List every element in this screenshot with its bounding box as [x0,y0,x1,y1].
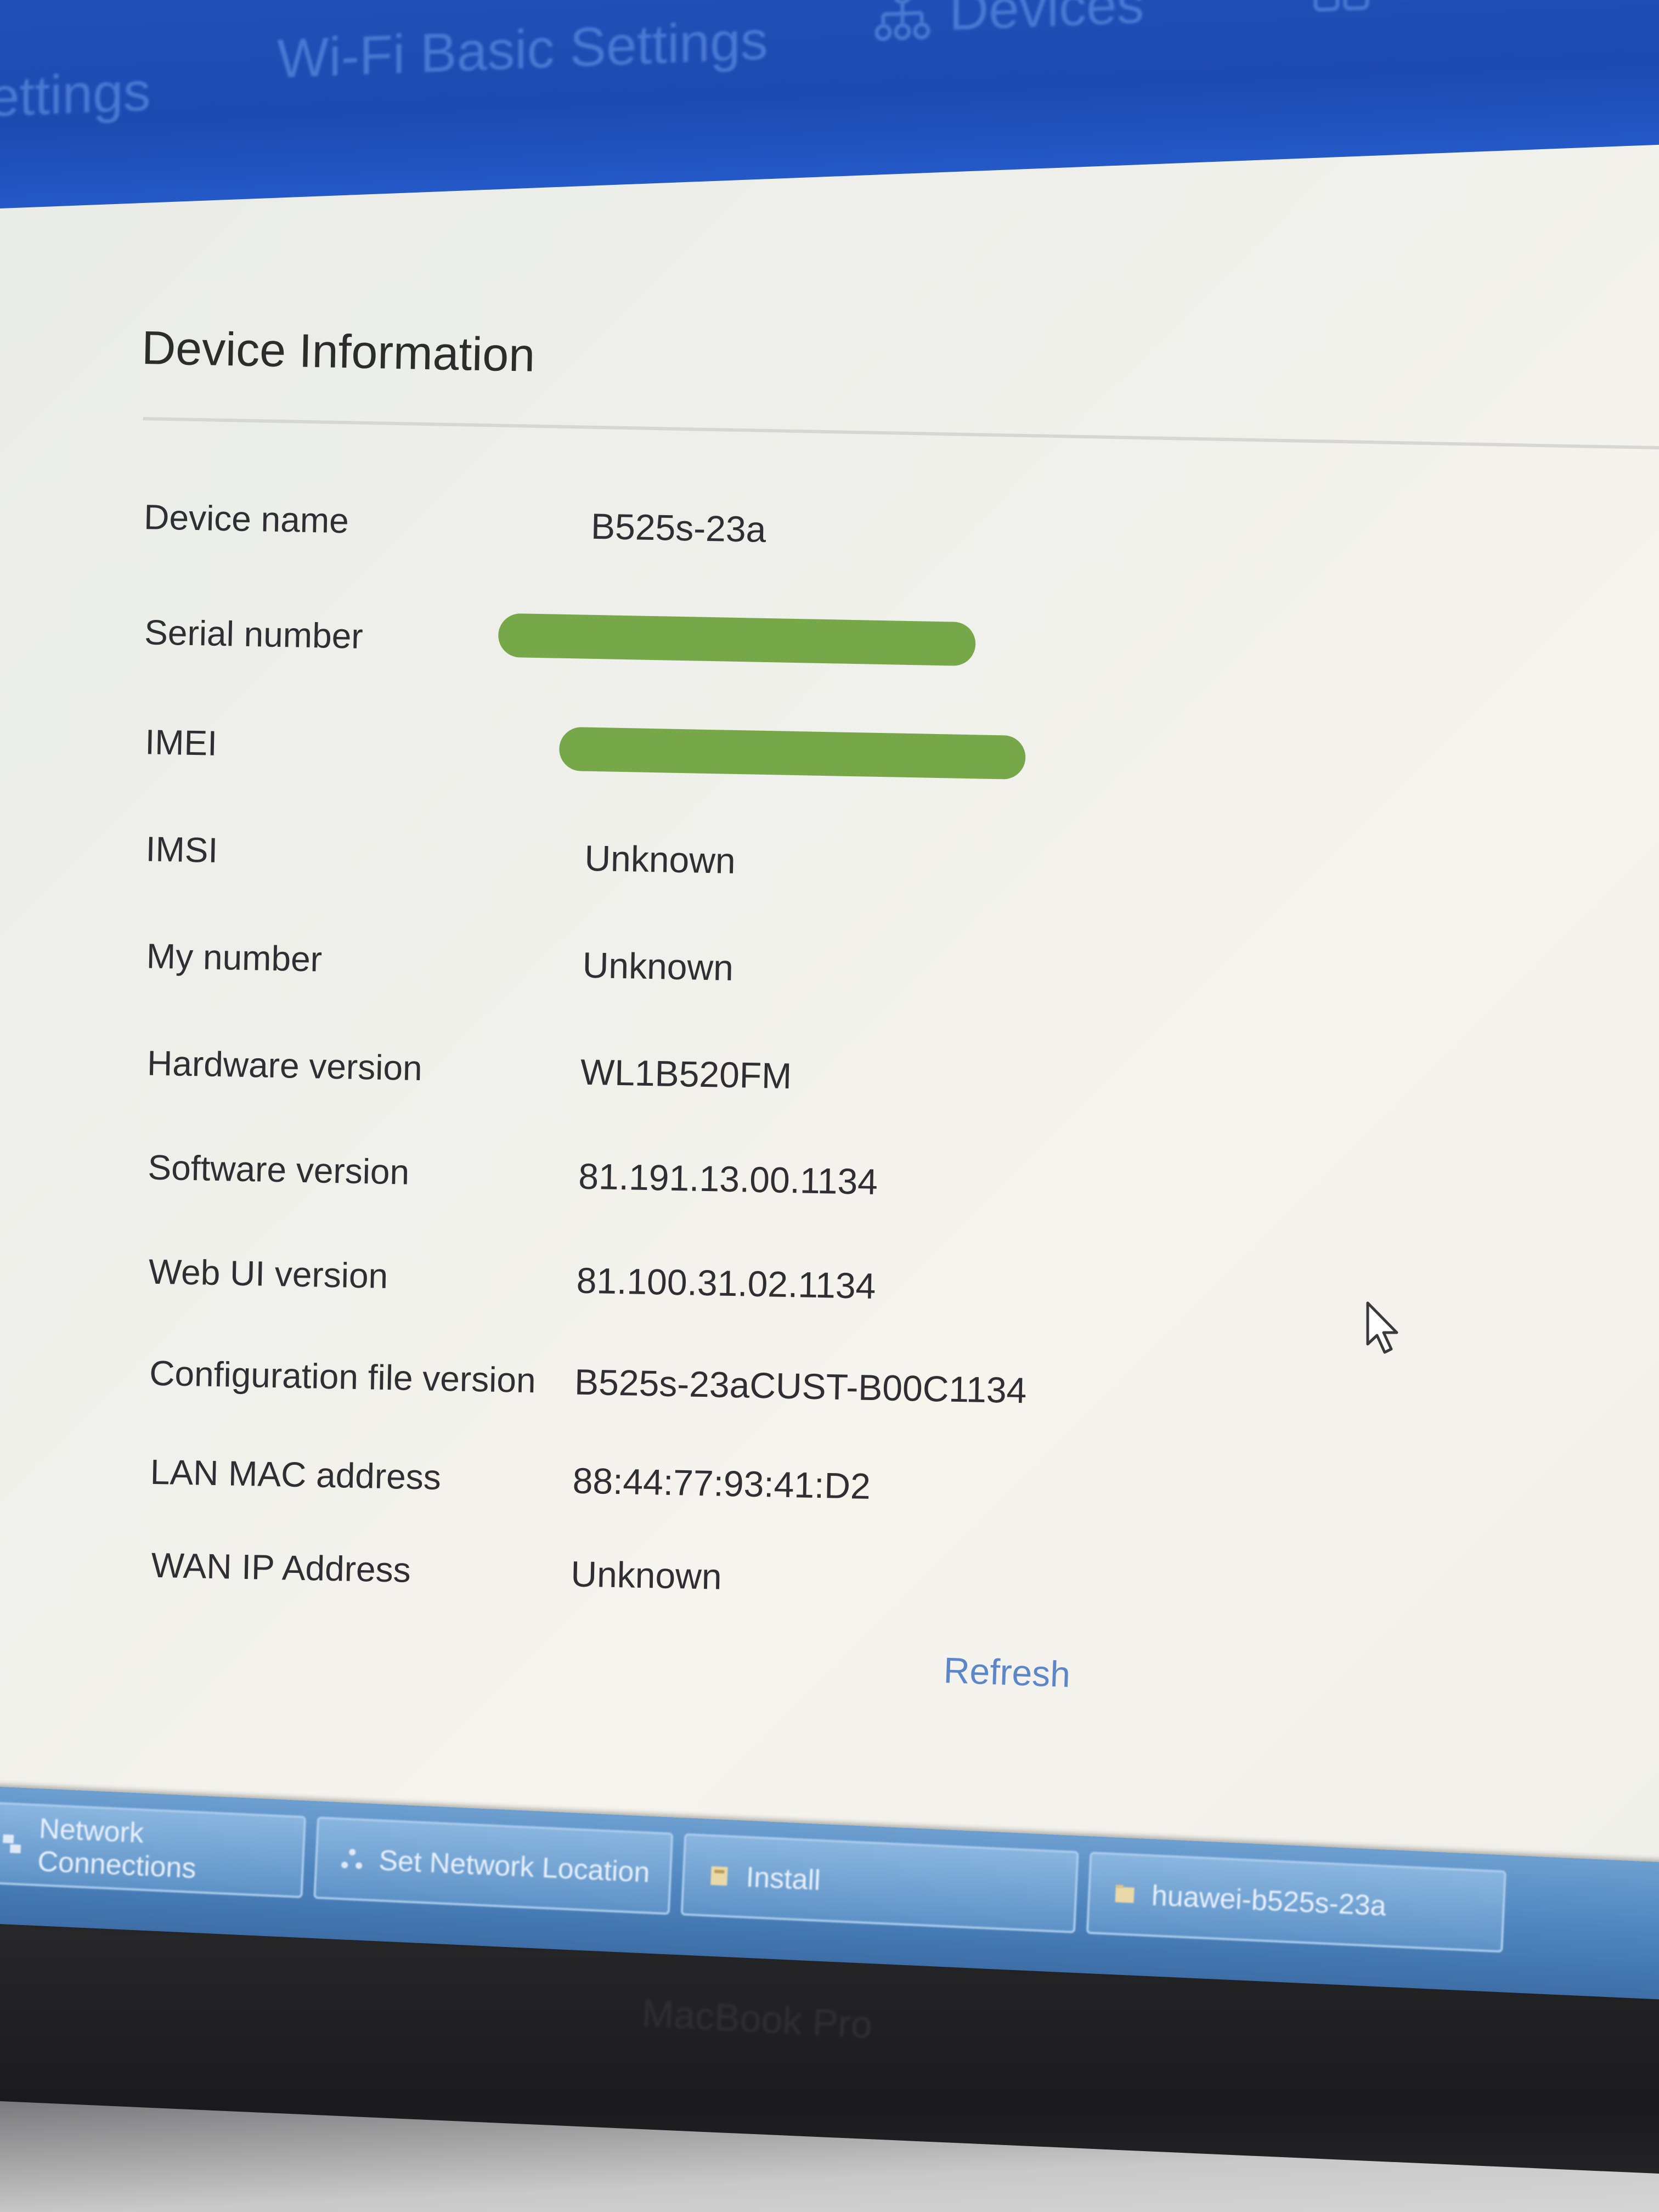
configuration-file-version-label: Configuration file version [149,1353,537,1401]
screen: ettings Wi-Fi Basic Settings Devices Too… [0,0,1659,2212]
taskbar-item-label: Network Connections [37,1813,197,1885]
serial-number-label: Serial number [144,612,364,656]
network-location-icon [341,1849,363,1869]
software-version-value: 81.191.13.00.1134 [578,1155,878,1203]
taskbar-item-huawei-b525s-23a[interactable]: huawei-b525s-23a [1086,1852,1506,1953]
web-ui-version-label: Web UI version [148,1251,388,1296]
web-ui-version-value: 81.100.31.02.1134 [576,1260,877,1307]
info-row-imsi: IMSI Unknown [0,826,1646,923]
imei-label: IMEI [144,722,218,763]
lan-mac-address-label: LAN MAC address [150,1452,442,1497]
taskbar-item-label: Install [745,1861,821,1897]
device-name-label: Device name [143,497,349,541]
lan-mac-address-value: 88:44:77:93:41:D2 [572,1460,871,1506]
imei-redaction-mark [558,726,1026,780]
page-title: Device Information [141,321,536,382]
info-row-device-name: Device name B525s-23a [0,494,1652,591]
hardware-version-label: Hardware version [146,1043,423,1088]
info-row-lan-mac-address: LAN MAC address 88:44:77:93:41:D2 [0,1448,1634,1546]
nav-settings-label: ettings [0,60,151,128]
nav-devices-label: Devices [949,0,1144,42]
info-row-hardware-version: Hardware version WL1B520FM [0,1040,1641,1137]
nav-settings[interactable]: ettings [0,60,151,129]
nav-wifi-label: Wi-Fi Basic Settings [277,9,768,90]
hardware-version-value: WL1B520FM [580,1051,792,1097]
taskbar-item-network-connections[interactable]: Network Connections [0,1801,307,1899]
my-number-value: Unknown [582,944,734,988]
info-row-my-number: My number Unknown [0,933,1644,1030]
info-row-serial-number: Serial number [0,609,1650,707]
taskbar-item-install[interactable]: Install [680,1833,1079,1933]
nav-tools[interactable]: Tools [1311,0,1516,15]
serial-redaction-mark [498,613,976,667]
refresh-link[interactable]: Refresh [943,1649,1071,1695]
info-row-software-version: Software version 81.191.13.00.1134 [0,1144,1640,1242]
wan-ip-address-label: WAN IP Address [150,1545,411,1590]
imsi-value: Unknown [584,837,736,881]
folder-icon [1115,1884,1135,1903]
info-row-configuration-file-version: Configuration file version B525s-23aCUST… [0,1350,1636,1447]
info-row-wan-ip-address: WAN IP Address Unknown [0,1542,1632,1639]
taskbar-item-set-network-location[interactable]: Set Network Location [313,1816,674,1915]
tools-grid-icon [1313,0,1369,12]
nav-tools-label: Tools [1388,0,1516,13]
info-row-imei: IMEI [0,719,1648,816]
install-icon [710,1866,728,1886]
configuration-file-version-value: B525s-23aCUST-B00C1134 [574,1361,1028,1411]
device-information-panel: Device Information Device name B525s-23a… [0,154,1659,1831]
title-divider [143,417,1659,450]
nav-wifi-basic-settings[interactable]: Wi-Fi Basic Settings [277,9,768,91]
mouse-cursor-icon [1366,1301,1398,1354]
software-version-label: Software version [147,1147,410,1192]
network-connections-icon [3,1834,21,1854]
my-number-label: My number [146,936,323,979]
devices-icon [874,0,930,41]
taskbar-item-label: Set Network Location [378,1844,651,1889]
nav-devices[interactable]: Devices [872,0,1144,46]
device-name-value: B525s-23a [590,505,767,550]
wan-ip-address-value: Unknown [570,1553,723,1597]
taskbar-item-label: huawei-b525s-23a [1150,1880,1387,1922]
imsi-label: IMSI [145,829,218,870]
